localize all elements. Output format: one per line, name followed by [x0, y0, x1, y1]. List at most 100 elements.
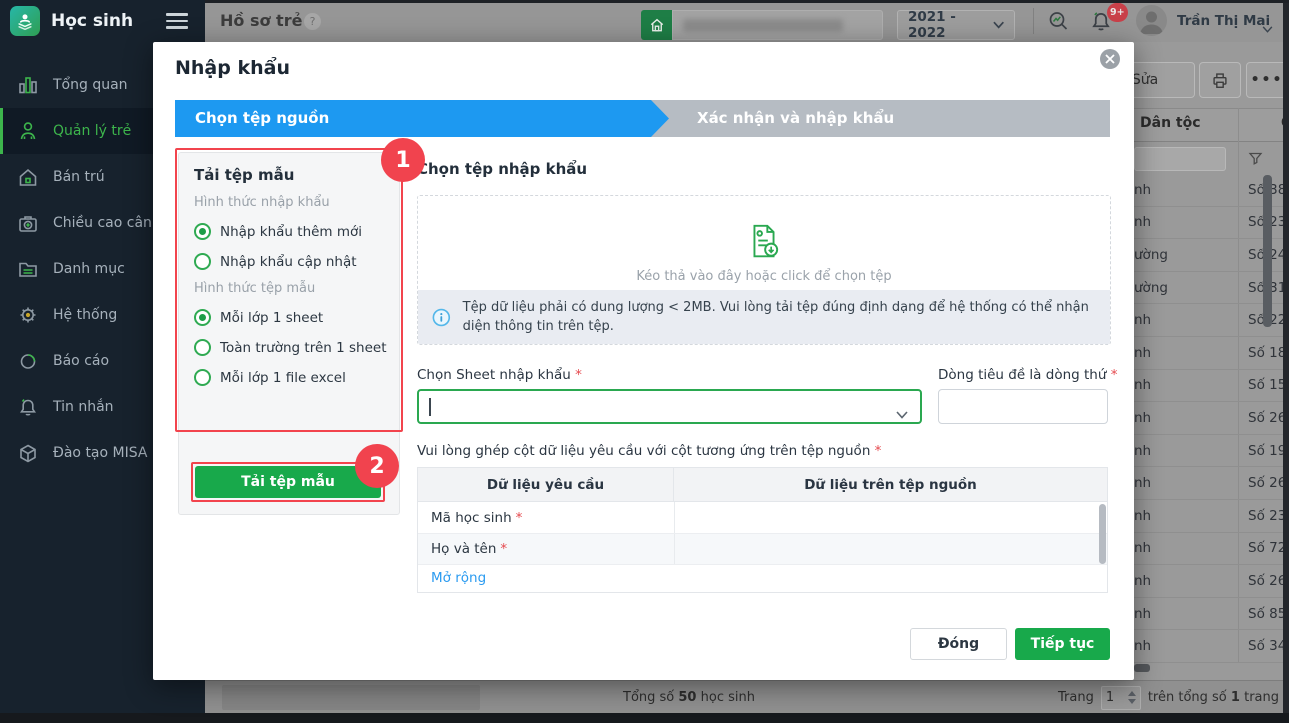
text-cursor: [429, 398, 431, 416]
mapping-table-header: Dữ liệu yêu cầu Dữ liệu trên tệp nguồn: [418, 468, 1107, 502]
mapping-source-cell[interactable]: [674, 534, 1107, 564]
filter-funnel-icon[interactable]: [1248, 151, 1263, 170]
annotation-circle-1: 1: [381, 138, 425, 182]
person-icon: [17, 119, 41, 143]
mapping-scrollbar-thumb[interactable]: [1099, 504, 1106, 564]
header-row-input[interactable]: [938, 389, 1108, 424]
folder-icon: [17, 257, 41, 281]
required-marker: *: [1110, 367, 1118, 383]
mapping-source-cell[interactable]: [674, 502, 1107, 533]
download-template-button[interactable]: Tải tệp mẫu: [195, 466, 381, 498]
hamburger-menu-icon[interactable]: [166, 9, 188, 33]
radio-whole-school-one-sheet[interactable]: Toàn trường trên 1 sheet: [194, 339, 387, 356]
medical-kit-icon: [17, 211, 41, 235]
notification-badge: 9+: [1107, 3, 1128, 22]
mapping-instruction: Vui lòng ghép cột dữ liệu yêu cầu với cộ…: [417, 443, 882, 459]
table-row: nhSố 72 P: [1134, 533, 1289, 566]
radio-label: Mỗi lớp 1 sheet: [220, 309, 324, 326]
page-title: Hồ sơ trẻ: [220, 11, 303, 30]
radio-icon[interactable]: [194, 369, 211, 386]
radio-label: Mỗi lớp 1 file excel: [220, 369, 346, 386]
table-row: nhSố 85 P: [1134, 598, 1289, 631]
stepper-arrows-icon[interactable]: [1127, 691, 1136, 704]
search-insights-icon[interactable]: [1045, 8, 1072, 39]
step-label: Chọn tệp nguồn: [195, 109, 330, 127]
radio-one-file-per-class[interactable]: Mỗi lớp 1 file excel: [194, 369, 384, 386]
import-type-group-label: Hình thức nhập khẩu: [194, 195, 330, 210]
home-button[interactable]: [641, 10, 672, 40]
radio-selected-icon[interactable]: [194, 223, 211, 240]
mapping-table: Dữ liệu yêu cầu Dữ liệu trên tệp nguồn M…: [417, 467, 1108, 593]
required-marker: *: [500, 541, 508, 557]
sidebar-item-label: Báo cáo: [53, 353, 110, 369]
avatar[interactable]: [1136, 5, 1167, 36]
radio-icon[interactable]: [194, 339, 211, 356]
radio-import-update[interactable]: Nhập khẩu cập nhật: [194, 253, 384, 270]
more-button[interactable]: •••: [1246, 62, 1288, 98]
mapping-row-full-name: Họ và tên *: [418, 534, 1107, 565]
select-chevron-down-icon: [896, 404, 908, 423]
close-button[interactable]: Đóng: [910, 628, 1007, 660]
sidebar-item-label: Bán trú: [53, 169, 105, 185]
required-marker: *: [575, 367, 582, 383]
redacted-text: [683, 19, 843, 32]
dropzone-hint: Kéo thả vào đây hoặc click để chọn tệp: [636, 269, 892, 284]
bg-column-dan-toc: Dân tộc: [1140, 115, 1201, 131]
vertical-scrollbar-thumb[interactable]: [1263, 175, 1272, 327]
radio-label: Nhập khẩu thêm mới: [220, 223, 363, 240]
horizontal-scrollbar-thumb[interactable]: [1134, 664, 1150, 672]
sidebar-item-label: Quản lý trẻ: [53, 123, 132, 139]
radio-label: Nhập khẩu cập nhật: [220, 253, 357, 270]
page-value: 1: [1105, 690, 1115, 705]
step-confirm-import[interactable]: Xác nhận và nhập khẩu: [631, 100, 1110, 137]
file-dropzone[interactable]: Kéo thả vào đây hoặc click để chọn tệp: [418, 196, 1110, 290]
radio-one-sheet-per-class[interactable]: Mỗi lớp 1 sheet: [194, 309, 384, 326]
template-type-group-label: Hình thức tệp mẫu: [194, 281, 316, 296]
user-menu[interactable]: Trần Thị Mai: [1177, 0, 1270, 42]
table-row: nhSố 26 P: [1134, 467, 1289, 500]
sidebar-item-label: Tin nhắn: [53, 399, 114, 415]
window-edge-top: [205, 0, 1289, 3]
user-chevron-down-icon[interactable]: [1262, 18, 1273, 37]
total-count: Tổng số 50 học sinh: [623, 690, 755, 705]
bar-chart-icon: [17, 73, 41, 97]
mapping-row-student-code: Mã học sinh *: [418, 502, 1107, 534]
sidebar-item-label: Hệ thống: [53, 307, 118, 323]
sidebar-item-label: Danh mục: [53, 261, 125, 277]
total-value: 50: [678, 690, 697, 705]
required-marker: *: [874, 443, 882, 459]
school-year-select[interactable]: 2021 - 2022: [897, 9, 1015, 41]
bg-filter-input[interactable]: [1134, 147, 1226, 171]
sidebar-item-label: Tổng quan: [53, 77, 128, 93]
radio-selected-icon[interactable]: [194, 309, 211, 326]
school-name-field[interactable]: [672, 10, 883, 40]
annotation-circle-2: 2: [355, 444, 399, 488]
page-number-stepper[interactable]: 1: [1100, 685, 1141, 710]
expand-link[interactable]: Mở rộng: [418, 570, 486, 586]
import-modal: Nhập khẩu Xác nhận và nhập khẩu Chọn tệp…: [153, 42, 1134, 680]
wizard-steps: Xác nhận và nhập khẩu Chọn tệp nguồn: [175, 100, 1110, 137]
radio-import-new[interactable]: Nhập khẩu thêm mới: [194, 223, 384, 240]
column-source-data: Dữ liệu trên tệp nguồn: [804, 476, 977, 493]
file-dropzone-wrap: Kéo thả vào đây hoặc click để chọn tệp T…: [417, 195, 1111, 345]
continue-button[interactable]: Tiếp tục: [1015, 628, 1110, 660]
close-icon[interactable]: [1100, 49, 1120, 69]
file-info-text: Tệp dữ liệu phải có dung lượng < 2MB. Vu…: [462, 299, 1089, 335]
modal-title: Nhập khẩu: [175, 57, 290, 79]
radio-icon[interactable]: [194, 253, 211, 270]
help-icon[interactable]: ?: [304, 13, 321, 30]
window-edge-right: [1283, 0, 1289, 723]
sheet-select[interactable]: [417, 389, 922, 424]
template-panel-title: Tải tệp mẫu: [194, 166, 295, 184]
bell-icon: [17, 395, 41, 419]
step-choose-source[interactable]: Chọn tệp nguồn: [175, 100, 669, 137]
radio-label: Toàn trường trên 1 sheet: [220, 339, 387, 356]
print-button[interactable]: [1199, 62, 1241, 98]
file-info-strip: Tệp dữ liệu phải có dung lượng < 2MB. Vu…: [418, 290, 1110, 344]
mapping-expand-row: Mở rộng: [418, 565, 1107, 591]
page-total: trên tổng số 1 trang: [1147, 690, 1279, 705]
table-row: nhSố 180: [1134, 337, 1289, 370]
header-row-label: Dòng tiêu đề là dòng thứ *: [938, 367, 1118, 383]
chevron-down-icon: [993, 21, 1004, 29]
page-label: Trang: [1057, 690, 1094, 705]
